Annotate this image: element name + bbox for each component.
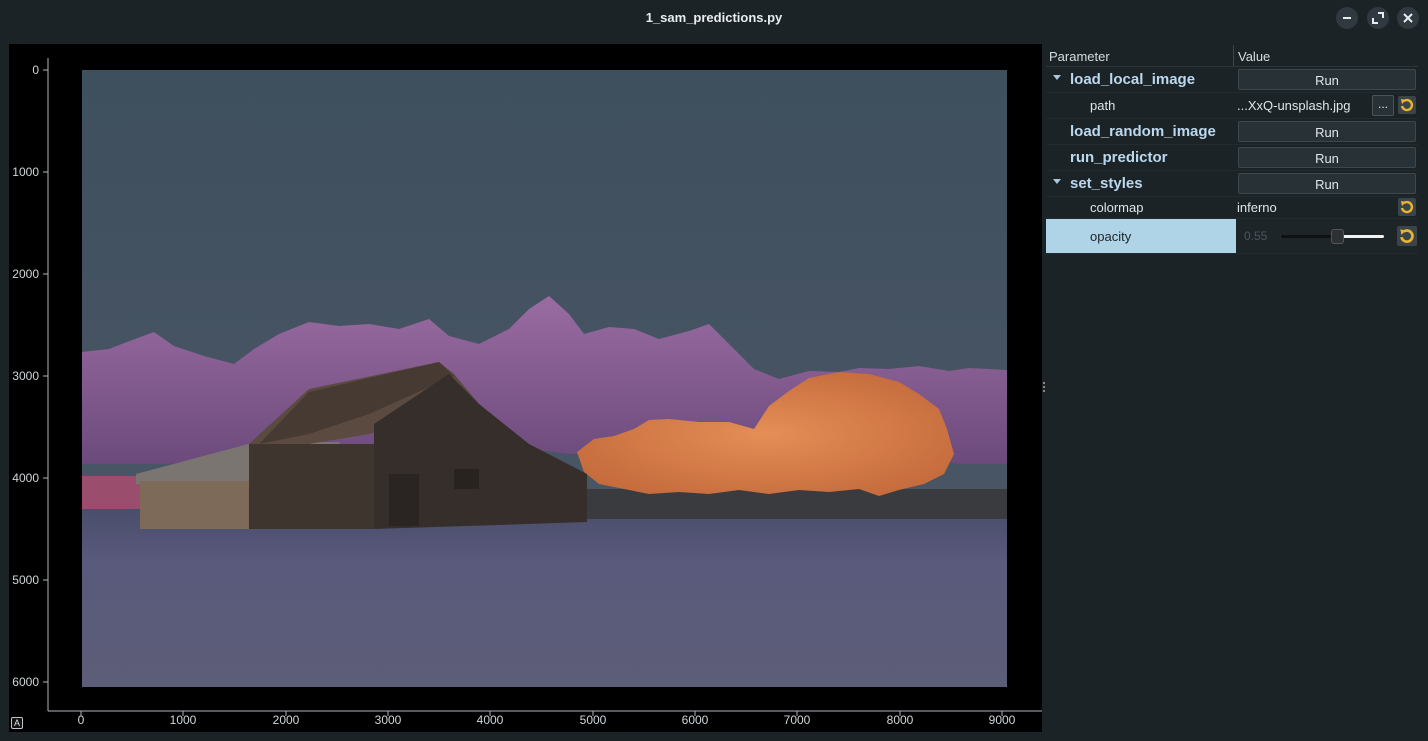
expand-arrow-icon[interactable] <box>1053 179 1061 184</box>
reset-icon[interactable] <box>1398 96 1416 114</box>
reset-icon[interactable] <box>1398 198 1416 216</box>
y-tick-4: 4000 <box>12 471 39 485</box>
image-plot[interactable]: 0 1000 2000 3000 4000 5000 6000 0 1000 2… <box>9 44 1042 732</box>
run-button-set-styles[interactable]: Run <box>1238 173 1416 194</box>
scene-image <box>82 70 1007 687</box>
expand-arrow-icon[interactable] <box>1053 75 1061 80</box>
snow-ground <box>82 509 1007 687</box>
maximize-icon <box>1372 12 1384 24</box>
x-tick-3: 3000 <box>375 713 402 727</box>
x-tick-4: 4000 <box>477 713 504 727</box>
x-tick-8: 8000 <box>887 713 914 727</box>
y-tick-0: 0 <box>32 63 39 77</box>
x-tick-9: 9000 <box>989 713 1016 727</box>
x-tick-6: 6000 <box>682 713 709 727</box>
y-ticks <box>43 69 48 683</box>
opacity-editor[interactable]: 0.55 <box>1236 219 1418 253</box>
title-bar: 1_sam_predictions.py <box>0 0 1428 36</box>
window-title: 1_sam_predictions.py <box>645 10 783 25</box>
browse-button[interactable]: ... <box>1372 95 1394 116</box>
run-button-run-predictor[interactable]: Run <box>1238 147 1416 168</box>
row-load-random-image[interactable]: load_random_image Run <box>1046 119 1418 145</box>
param-name: load_random_image <box>1070 123 1216 140</box>
x-tick-5: 5000 <box>580 713 607 727</box>
field-strip <box>569 489 1007 519</box>
tree-header: Parameter Value <box>1046 45 1418 67</box>
opacity-value[interactable]: 0.55 <box>1244 229 1267 243</box>
close-icon <box>1403 13 1413 23</box>
row-colormap[interactable]: colormap inferno <box>1046 197 1418 219</box>
path-value[interactable]: ...XxQ-unsplash.jpg <box>1237 98 1350 113</box>
parameter-tree: Parameter Value load_local_image Run pat… <box>1046 45 1418 733</box>
opacity-slider-fill <box>1280 235 1338 238</box>
y-tick-1: 1000 <box>12 165 39 179</box>
x-tick-0: 0 <box>78 713 85 727</box>
header-value[interactable]: Value <box>1234 45 1270 66</box>
left-mask <box>82 476 142 514</box>
y-tick-6: 6000 <box>12 675 39 689</box>
maximize-button[interactable] <box>1367 7 1389 29</box>
colormap-value[interactable]: inferno <box>1237 200 1277 215</box>
row-load-local-image[interactable]: load_local_image Run <box>1046 67 1418 93</box>
y-tick-5: 5000 <box>12 573 39 587</box>
param-name: load_local_image <box>1070 71 1196 88</box>
row-run-predictor[interactable]: run_predictor Run <box>1046 145 1418 171</box>
reset-button-opacity[interactable] <box>1397 226 1417 246</box>
close-button[interactable] <box>1397 7 1419 29</box>
run-button-load-local-image[interactable]: Run <box>1238 69 1416 90</box>
x-tick-1: 1000 <box>170 713 197 727</box>
minimize-button[interactable] <box>1336 7 1358 29</box>
x-tick-labels: 0 1000 2000 3000 4000 5000 6000 7000 800… <box>78 713 1016 727</box>
reset-icon <box>1400 229 1414 243</box>
y-tick-2: 2000 <box>12 267 39 281</box>
opacity-slider-handle[interactable] <box>1331 229 1345 244</box>
row-path[interactable]: path ...XxQ-unsplash.jpg ... <box>1046 93 1418 119</box>
autoscale-button[interactable]: A <box>11 717 23 729</box>
param-name: colormap <box>1090 200 1144 215</box>
y-tick-labels: 0 1000 2000 3000 4000 5000 6000 <box>12 63 39 689</box>
minimize-icon <box>1343 17 1351 19</box>
x-tick-2: 2000 <box>273 713 300 727</box>
x-tick-7: 7000 <box>784 713 811 727</box>
param-name: run_predictor <box>1070 149 1168 166</box>
param-name: opacity <box>1090 228 1132 244</box>
x-ticks <box>80 711 1003 716</box>
row-set-styles[interactable]: set_styles Run <box>1046 171 1418 197</box>
param-name: path <box>1090 98 1116 113</box>
header-parameter[interactable]: Parameter <box>1046 45 1234 66</box>
y-tick-3: 3000 <box>12 369 39 383</box>
plot-canvas[interactable]: 0 1000 2000 3000 4000 5000 6000 0 1000 2… <box>9 44 1042 732</box>
row-opacity[interactable]: opacity 0.55 <box>1046 219 1418 254</box>
run-button-load-random-image[interactable]: Run <box>1238 121 1416 142</box>
param-name: set_styles <box>1070 175 1143 192</box>
